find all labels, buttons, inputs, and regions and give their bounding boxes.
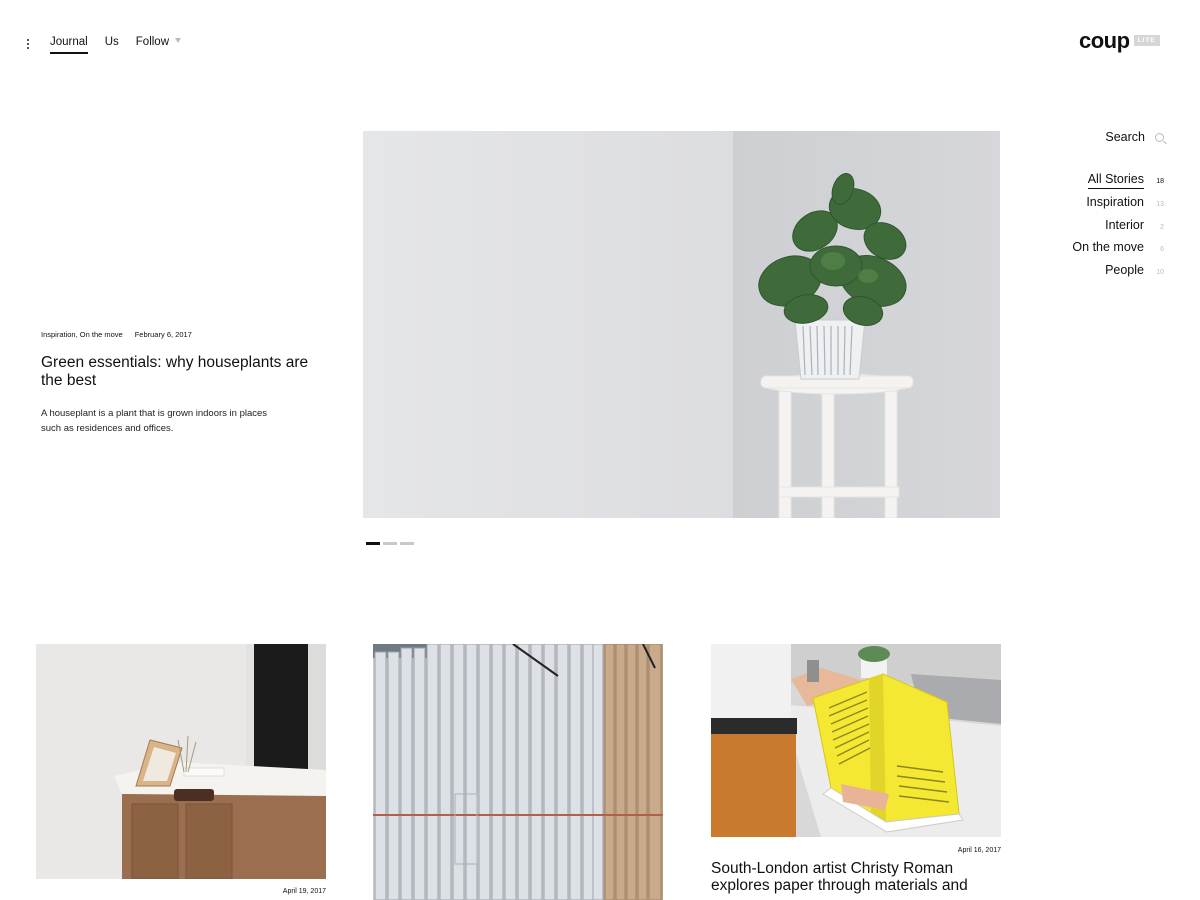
category-count: 10 <box>1156 269 1164 277</box>
slider-dot-3[interactable] <box>400 542 414 545</box>
slider-dot-1[interactable] <box>366 542 380 545</box>
search-icon <box>1155 132 1164 142</box>
nav-follow-label: Follow <box>135 36 170 48</box>
category-people[interactable]: People 10 <box>1072 263 1164 286</box>
category-label: On the move <box>1072 240 1144 255</box>
category-count: 18 <box>1156 178 1164 185</box>
story-card[interactable] <box>373 644 663 900</box>
category-label: Inspiration <box>1086 194 1144 209</box>
story-image[interactable] <box>36 644 326 879</box>
search-label: Search <box>1105 130 1145 144</box>
story-date: April 16, 2017 <box>957 847 1001 854</box>
main-nav: Journal Us Follow <box>50 36 182 54</box>
logo-text: coup <box>1079 28 1130 53</box>
category-list: All Stories 18 Inspiration 13 Interior 2… <box>1072 172 1164 286</box>
slider-dot-2[interactable] <box>383 542 397 545</box>
story-date: April 19, 2017 <box>282 888 326 895</box>
featured-image[interactable] <box>363 131 1000 518</box>
category-all-stories[interactable]: All Stories 18 <box>1072 172 1164 195</box>
category-count: 6 <box>1160 246 1164 254</box>
category-on-the-move[interactable]: On the move 6 <box>1072 240 1164 263</box>
featured-meta: Inspiration, On the move February 6, 2017 <box>41 330 192 339</box>
featured-categories[interactable]: Inspiration, On the move <box>41 330 123 339</box>
nav-journal[interactable]: Journal <box>50 36 88 54</box>
category-label: People <box>1105 263 1144 278</box>
category-count: 13 <box>1156 200 1164 208</box>
nav-us[interactable]: Us <box>105 36 119 54</box>
category-label: All Stories <box>1087 172 1144 189</box>
featured-date: February 6, 2017 <box>134 330 192 339</box>
nav-follow[interactable]: Follow <box>135 36 182 54</box>
story-card[interactable]: April 19, 2017 <box>36 644 326 895</box>
story-image[interactable] <box>711 644 1001 837</box>
featured-excerpt: A houseplant is a plant that is grown in… <box>41 408 268 434</box>
story-title[interactable]: South-London artist Christy Roman explor… <box>711 860 1001 894</box>
logo-badge: LITE <box>1133 35 1160 46</box>
chevron-down-icon <box>175 38 182 43</box>
category-interior[interactable]: Interior 2 <box>1072 218 1164 241</box>
story-card[interactable]: April 16, 2017 South-London artist Chris… <box>711 644 1001 894</box>
category-count: 2 <box>1160 223 1164 231</box>
slider-pagination <box>366 542 414 545</box>
story-image[interactable] <box>373 644 663 900</box>
category-inspiration[interactable]: Inspiration 13 <box>1072 195 1164 218</box>
featured-title[interactable]: Green essentials: why houseplants are th… <box>41 354 321 390</box>
menu-icon[interactable] <box>25 38 33 50</box>
category-label: Interior <box>1105 217 1144 232</box>
search-button[interactable]: Search <box>1105 130 1164 144</box>
site-logo[interactable]: coup LITE <box>1079 28 1160 54</box>
